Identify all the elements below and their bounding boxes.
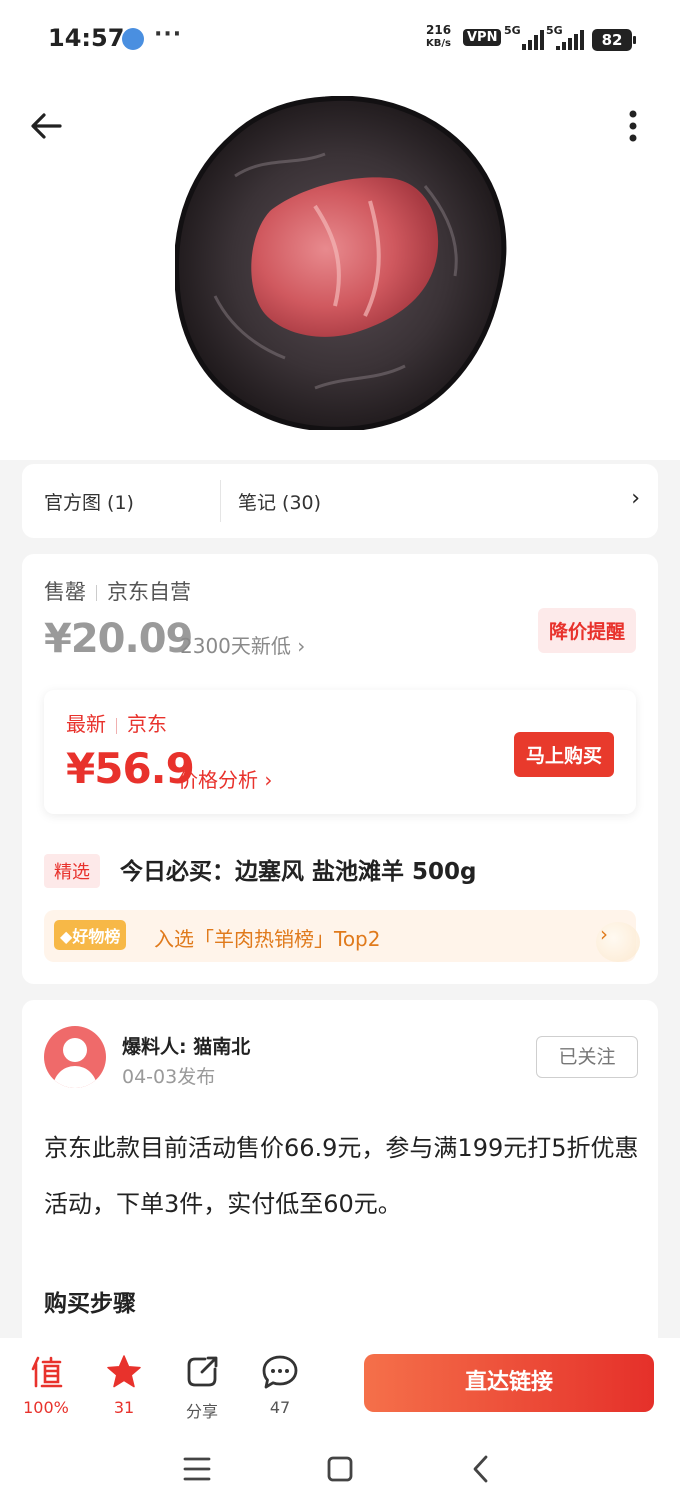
back-arrow-icon[interactable] — [26, 106, 66, 146]
avatar[interactable] — [44, 1026, 106, 1088]
chevron-right-icon: › — [600, 922, 608, 946]
stock-status: 售罄 — [44, 580, 86, 604]
worth-icon — [16, 1352, 76, 1392]
product-title: 今日必买：边塞风 盐池滩羊 500g — [120, 859, 477, 885]
network-type-1: 5G — [504, 24, 521, 37]
price-card: 售罄 京东自营 ¥20.09 2300天新低 › 降价提醒 最新 京东 ¥56.9 … — [22, 554, 658, 984]
favorite-button[interactable]: 31 — [94, 1352, 154, 1417]
lowest-price-note[interactable]: 2300天新低 › — [180, 630, 305, 659]
diamond-icon: ◆ — [60, 927, 73, 946]
follow-button[interactable]: 已关注 — [536, 1036, 638, 1078]
home-icon[interactable] — [325, 1454, 355, 1488]
historical-price: ¥20.09 — [44, 616, 193, 662]
chevron-right-icon[interactable]: › — [631, 486, 640, 511]
latest-tag: 最新 — [66, 712, 106, 736]
bottom-action-bar: 100% 31 分享 47 直达链接 — [0, 1338, 680, 1511]
media-tabs: 官方图 (1) 笔记 (30) › — [22, 464, 658, 538]
menu-icon[interactable] — [182, 1454, 212, 1488]
status-time: 14:57 — [48, 24, 125, 52]
buy-now-button[interactable]: 马上购买 — [513, 732, 614, 777]
network-speed: 216 KB/s — [426, 24, 451, 50]
tab-divider — [220, 480, 221, 522]
ranking-badge: ◆好物榜 — [54, 920, 127, 950]
network-speed-unit: KB/s — [426, 38, 452, 49]
share-button[interactable]: 分享 — [172, 1352, 232, 1422]
network-speed-value: 216 — [426, 23, 452, 37]
seller-info: 售罄 京东自营 — [44, 576, 191, 606]
weather-icon — [122, 28, 144, 50]
status-bar: 14:57 ··· 216 KB/s VPN 5G 5G 82 — [0, 0, 680, 80]
price-analysis-link[interactable]: 价格分析 › — [178, 764, 272, 793]
worth-label: 100% — [23, 1398, 69, 1417]
system-back-icon[interactable] — [466, 1454, 496, 1488]
product-image-area[interactable] — [0, 80, 680, 460]
seller-platform: 京东自营 — [107, 580, 191, 604]
favorite-count: 31 — [113, 1398, 135, 1417]
latest-platform: 京东 — [127, 712, 167, 736]
purchase-steps-title: 购买步骤 — [44, 1291, 136, 1317]
worth-button[interactable]: 100% — [16, 1352, 76, 1417]
tab-official-images[interactable]: 官方图 (1) — [44, 488, 134, 515]
share-label: 分享 — [185, 1402, 218, 1421]
status-more-dots: ··· — [154, 22, 183, 47]
network-type-2: 5G — [546, 24, 563, 37]
ranking-banner[interactable]: ◆好物榜 入选「羊肉热销榜」Top2 › — [44, 910, 640, 962]
battery-icon: 82 — [592, 29, 636, 51]
comment-icon — [250, 1352, 310, 1392]
vpn-badge: VPN — [463, 29, 502, 46]
post-body: 京东此款目前活动售价66.9元，参与满199元打5折优惠活动，下单3件，实付低至… — [44, 1134, 639, 1218]
comment-button[interactable]: 47 — [250, 1352, 310, 1417]
author-name[interactable]: 爆料人: 猫南北 — [122, 1032, 250, 1059]
latest-price: ¥56.9 — [66, 744, 195, 793]
featured-tag: 精选 — [44, 854, 100, 888]
latest-price-box: 最新 京东 ¥56.9 价格分析 › 马上购买 — [44, 690, 636, 814]
ranking-text: 入选「羊肉热销榜」Top2 — [154, 927, 381, 951]
star-icon — [94, 1352, 154, 1392]
tab-notes[interactable]: 笔记 (30) — [238, 488, 321, 515]
share-icon — [172, 1352, 232, 1392]
direct-link-button[interactable]: 直达链接 — [364, 1354, 654, 1412]
product-photo — [175, 96, 507, 430]
post-date: 04-03发布 — [122, 1066, 216, 1088]
price-alert-button[interactable]: 降价提醒 — [537, 608, 636, 653]
more-vertical-icon[interactable] — [618, 106, 648, 146]
comment-count: 47 — [269, 1398, 291, 1417]
post-card: 爆料人: 猫南北 04-03发布 已关注 京东此款目前活动售价66.9元，参与满… — [22, 1000, 658, 1360]
latest-label: 最新 京东 — [66, 708, 167, 737]
